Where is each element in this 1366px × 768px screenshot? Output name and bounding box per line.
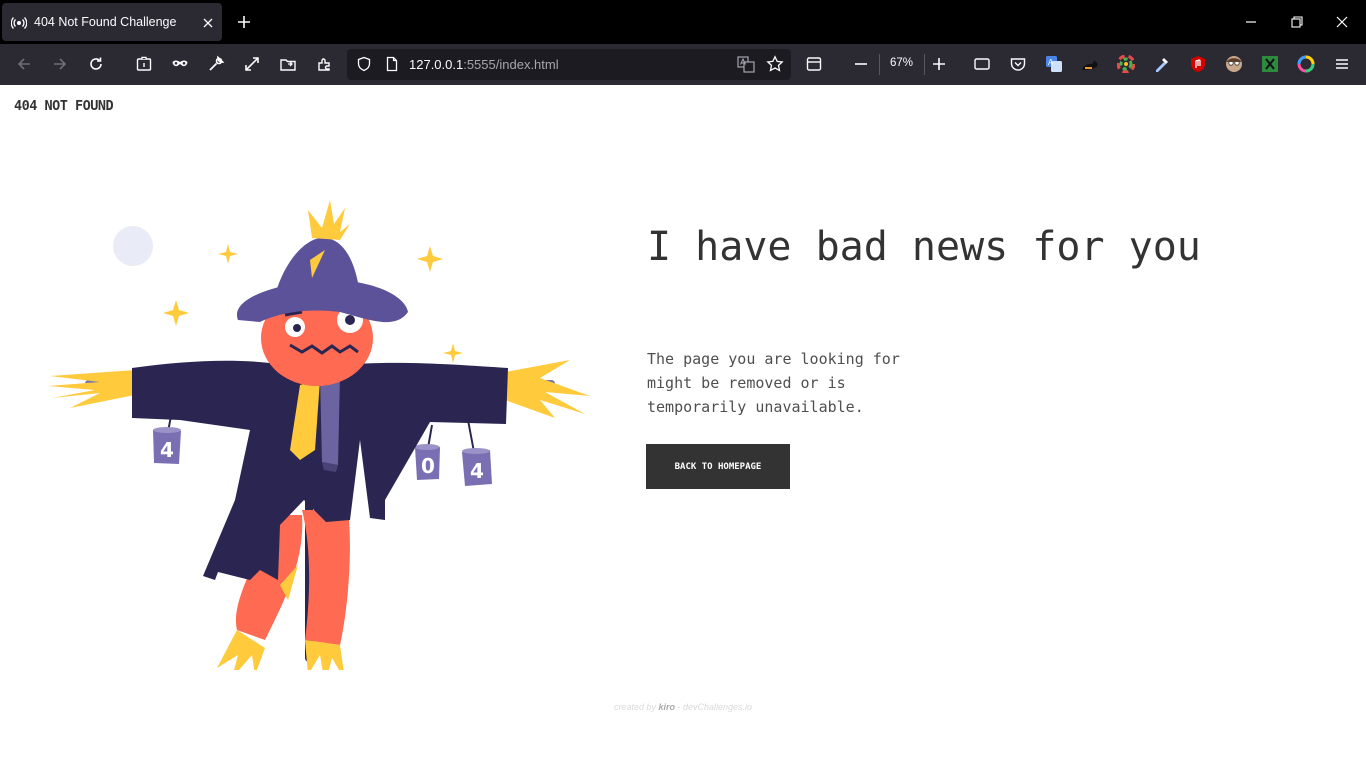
right-leg <box>302 510 350 645</box>
right-hand-straw <box>505 360 590 418</box>
screenshot-folder-icon[interactable] <box>279 55 297 73</box>
can-middle: 0 <box>414 444 440 480</box>
extensions-puzzle-icon[interactable] <box>315 55 333 73</box>
fullscreen-icon[interactable] <box>243 55 261 73</box>
moon <box>113 226 153 266</box>
bookmark-folder-icon[interactable] <box>135 55 153 73</box>
private-mask-icon[interactable] <box>171 55 189 73</box>
hat-straw <box>308 200 350 240</box>
url-text[interactable]: 127.0.0.1:5555/index.html <box>409 57 559 72</box>
color-ring-icon[interactable] <box>1297 55 1315 73</box>
sparkle-star <box>163 300 189 326</box>
description: The page you are looking for might be re… <box>647 350 900 416</box>
site-logo[interactable]: 404 NOT FOUND <box>14 98 114 114</box>
address-bar[interactable]: 127.0.0.1:5555/index.html <box>347 49 791 80</box>
menu-hamburger-icon[interactable] <box>1333 55 1351 73</box>
zoom-level[interactable]: 67% <box>890 57 913 69</box>
bookmark-star-icon[interactable] <box>766 55 784 73</box>
sparkle-star <box>218 244 238 264</box>
back-to-homepage-button[interactable]: BACK TO HOMEPAGE <box>646 444 790 489</box>
can-label: 0 <box>421 454 435 478</box>
wrench-icon[interactable] <box>207 55 225 73</box>
footer-created-by: created by <box>613 702 656 712</box>
browser-titlebar: 404 Not Found Challenge <box>0 0 1366 44</box>
hat-crown <box>275 237 360 295</box>
minimize-window-icon[interactable] <box>1243 14 1259 30</box>
browser-tab-active[interactable]: 404 Not Found Challenge <box>2 3 222 41</box>
translate-icon[interactable] <box>737 56 755 73</box>
restore-window-icon[interactable] <box>1289 14 1305 30</box>
face-extension-icon[interactable] <box>1225 55 1243 73</box>
page-content: 404 NOT FOUND 4 0 4 I have bad news for … <box>0 85 1366 768</box>
zoom-in-icon[interactable] <box>930 55 948 73</box>
footer-separator: - <box>675 702 683 712</box>
can-right: 4 <box>462 448 492 486</box>
headline: I have bad news for you <box>647 224 1201 270</box>
url-path: :5555/index.html <box>463 57 559 72</box>
ublock-icon[interactable] <box>1189 55 1207 73</box>
cat-extension-icon[interactable] <box>1081 55 1099 73</box>
close-window-icon[interactable] <box>1334 14 1350 30</box>
broadcast-icon <box>11 17 27 29</box>
sparkle-star <box>443 343 463 363</box>
footer-site[interactable]: devChallenges.io <box>683 702 752 712</box>
back-arrow-icon[interactable] <box>15 55 33 73</box>
can-label: 4 <box>160 438 174 462</box>
new-tab-icon[interactable] <box>236 14 252 30</box>
footer-author[interactable]: kiro <box>658 702 675 712</box>
close-tab-icon[interactable] <box>201 16 215 30</box>
scarecrow-illustration: 4 0 4 <box>48 200 590 670</box>
tab-title: 404 Not Found Challenge <box>34 15 177 29</box>
sparkle-star <box>417 246 443 272</box>
xpath-extension-icon[interactable] <box>1261 55 1279 73</box>
url-host: 127.0.0.1 <box>409 57 464 72</box>
svg-text:A: A <box>1048 58 1054 67</box>
can-label: 4 <box>470 459 484 483</box>
eyedropper-icon[interactable] <box>1153 55 1171 73</box>
reader-view-icon[interactable] <box>805 55 823 73</box>
forward-arrow-icon[interactable] <box>51 55 69 73</box>
can-left: 4 <box>153 427 181 464</box>
shield-icon[interactable] <box>356 56 372 72</box>
page-info-icon[interactable] <box>384 56 400 72</box>
left-hand-straw <box>48 370 135 408</box>
color-wheel-icon[interactable] <box>1117 55 1135 73</box>
reload-icon[interactable] <box>87 55 105 73</box>
zoom-out-icon[interactable] <box>852 55 870 73</box>
window-icon[interactable] <box>973 55 991 73</box>
toolbar-separator <box>924 54 925 75</box>
footer: created by kiro - devChallenges.io <box>0 702 1366 712</box>
pocket-icon[interactable] <box>1009 55 1027 73</box>
browser-toolbar: 127.0.0.1:5555/index.html 67% A <box>0 44 1366 86</box>
translator-extension-icon[interactable]: A <box>1045 55 1063 73</box>
toolbar-separator <box>879 54 880 75</box>
